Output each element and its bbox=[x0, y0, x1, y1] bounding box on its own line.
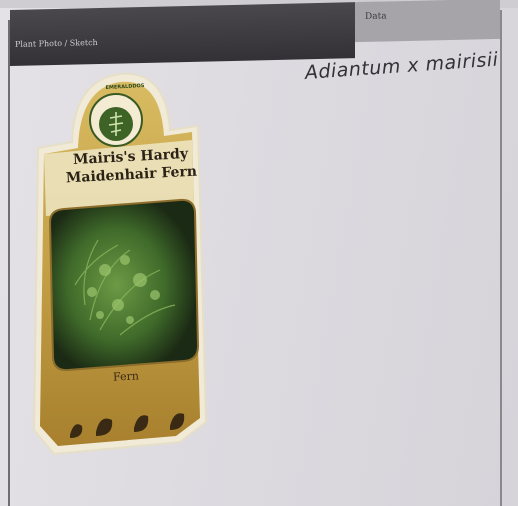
plant-label-tag: EMERALDDOS Mairis's Hardy Maidenhair Fer… bbox=[30, 70, 210, 460]
worksheet-page: Plant Photo / Sketch Data Adiantum x mai… bbox=[0, 0, 518, 506]
header-dark-section: Plant Photo / Sketch bbox=[10, 2, 355, 66]
right-border bbox=[500, 10, 502, 506]
header-light-section: Data bbox=[355, 0, 500, 43]
data-header: Data bbox=[365, 11, 387, 22]
left-border bbox=[8, 20, 10, 506]
plant-photo-header: Plant Photo / Sketch bbox=[15, 38, 98, 49]
plant-tag-graphic bbox=[32, 72, 208, 456]
